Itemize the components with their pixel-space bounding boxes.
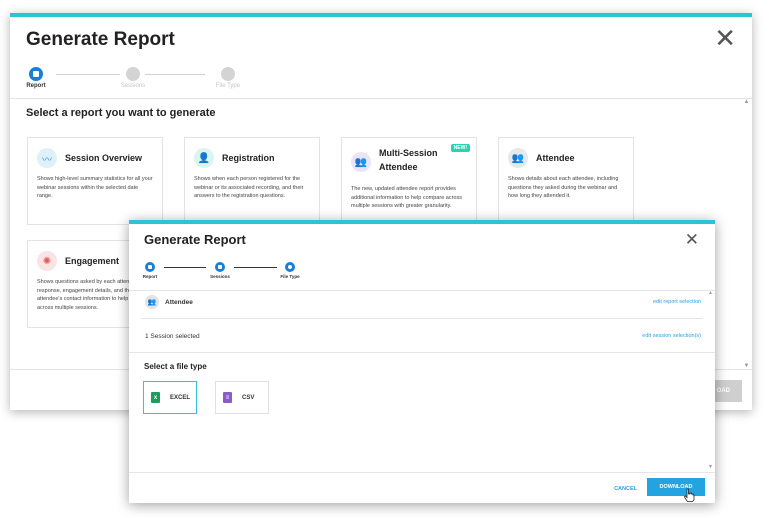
edit-report-selection-link[interactable]: edit report selection bbox=[653, 299, 701, 305]
csv-file-icon: ≡ bbox=[223, 392, 232, 403]
step-file-type: File Type bbox=[208, 67, 248, 89]
progress-stepper: Report Sessions File Type bbox=[143, 262, 315, 282]
step-sessions: Sessions bbox=[113, 67, 153, 89]
step-file-type: File Type bbox=[277, 262, 303, 279]
trend-line-icon: 〰 bbox=[37, 148, 57, 168]
scrollbar[interactable]: ▲ ▼ bbox=[743, 99, 750, 369]
step-report: Report bbox=[16, 67, 56, 89]
screen: Generate Report ✕ Report Sessions File T… bbox=[0, 0, 770, 518]
person-add-icon: 👤 bbox=[194, 148, 214, 168]
file-type-csv-option[interactable]: ≡ CSV bbox=[215, 381, 269, 414]
file-type-label: CSV bbox=[242, 394, 255, 401]
download-button[interactable]: DOWNLOAD bbox=[647, 478, 705, 496]
card-description: Shows when each person registered for th… bbox=[194, 176, 304, 199]
new-badge: NEW! bbox=[450, 144, 470, 152]
bulb-icon: ✺ bbox=[37, 251, 57, 271]
divider bbox=[129, 472, 715, 473]
step-label: Report bbox=[142, 274, 158, 279]
stepper-line bbox=[145, 74, 205, 75]
divider bbox=[141, 318, 703, 319]
report-card-registration[interactable]: 👤 Registration Shows when each person re… bbox=[184, 137, 320, 225]
selected-session-row: 1 Session selected edit session selectio… bbox=[141, 324, 703, 352]
dialog-title: Generate Report bbox=[144, 232, 246, 247]
card-title: Session Overview bbox=[65, 153, 143, 163]
people-icon: 👥 bbox=[508, 148, 528, 168]
step-file-type-icon bbox=[221, 67, 235, 81]
step-label: Report bbox=[26, 83, 46, 89]
close-icon[interactable]: ✕ bbox=[685, 230, 699, 250]
file-type-excel-option[interactable]: x EXCEL bbox=[143, 381, 197, 414]
report-card-attendee[interactable]: 👥 Attendee Shows details about each atte… bbox=[498, 137, 634, 225]
stepper-line bbox=[234, 267, 277, 268]
scroll-down-icon[interactable]: ▼ bbox=[708, 464, 713, 470]
report-card-multi-session-attendee[interactable]: NEW! 👥 Multi-Session Attendee The new, u… bbox=[341, 137, 477, 225]
card-description: Shows details about each attendee, inclu… bbox=[508, 176, 619, 199]
section-heading: Select a report you want to generate bbox=[26, 107, 216, 119]
close-icon[interactable]: ✕ bbox=[714, 25, 736, 51]
card-title: Registration bbox=[222, 153, 275, 163]
scrollbar[interactable]: ▲ ▼ bbox=[708, 290, 713, 470]
step-report: Report bbox=[137, 262, 163, 279]
step-file-type-icon bbox=[285, 262, 295, 272]
card-title: Multi-Session Attendee bbox=[379, 148, 438, 172]
session-count-label: 1 Session selected bbox=[145, 333, 200, 340]
edit-session-selection-link[interactable]: edit session selection(s) bbox=[642, 333, 701, 339]
step-label: File Type bbox=[280, 274, 300, 279]
file-type-label: EXCEL bbox=[170, 394, 191, 401]
excel-file-icon: x bbox=[151, 392, 160, 403]
card-title: Attendee bbox=[536, 153, 575, 163]
people-icon: 👥 bbox=[145, 295, 159, 309]
scroll-up-icon[interactable]: ▲ bbox=[743, 99, 750, 105]
progress-stepper: Report Sessions File Type bbox=[26, 67, 258, 93]
card-description: The new, updated attendee report provide… bbox=[351, 186, 462, 209]
step-label: Sessions bbox=[120, 83, 146, 89]
card-description: Shows high-level summary statistics for … bbox=[37, 176, 153, 199]
selected-report-row: 👥 Attendee edit report selection bbox=[141, 290, 703, 318]
card-title: Engagement bbox=[65, 256, 120, 266]
step-report-icon bbox=[145, 262, 155, 272]
selected-report-label: Attendee bbox=[165, 299, 193, 306]
stepper-line bbox=[56, 74, 120, 75]
file-type-dialog: Generate Report ✕ Report Sessions File T… bbox=[129, 220, 715, 503]
cancel-button[interactable]: CANCEL bbox=[614, 486, 637, 492]
stepper-line bbox=[164, 267, 206, 268]
section-heading: Select a file type bbox=[144, 362, 207, 371]
people-icon: 👥 bbox=[351, 152, 371, 172]
scroll-up-icon[interactable]: ▲ bbox=[708, 290, 713, 296]
step-label: Sessions bbox=[210, 274, 230, 279]
step-label: File Type bbox=[215, 83, 241, 89]
step-report-icon bbox=[29, 67, 43, 81]
divider bbox=[10, 98, 752, 99]
dialog-title: Generate Report bbox=[26, 29, 175, 50]
step-sessions-icon bbox=[126, 67, 140, 81]
report-card-session-overview[interactable]: 〰 Session Overview Shows high-level summ… bbox=[27, 137, 163, 225]
divider bbox=[129, 352, 715, 353]
hand-cursor-icon bbox=[684, 488, 695, 502]
step-sessions: Sessions bbox=[207, 262, 233, 279]
step-sessions-icon bbox=[215, 262, 225, 272]
